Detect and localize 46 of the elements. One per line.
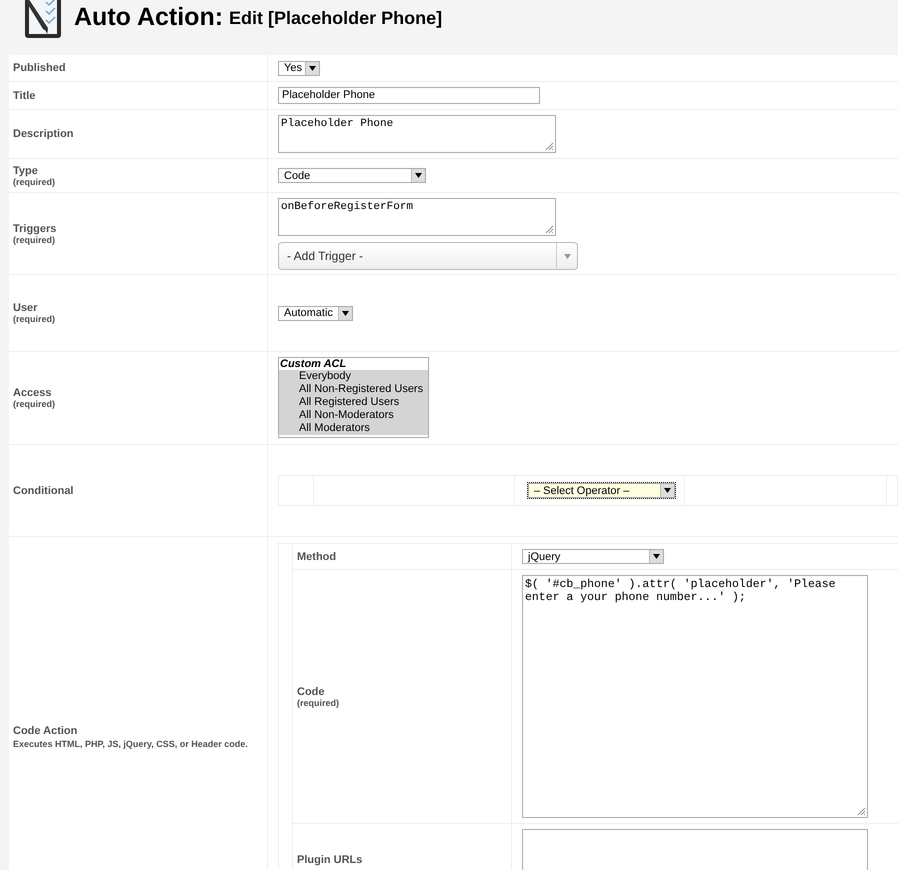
resize-handle-icon[interactable] (857, 807, 866, 816)
dropdown[interactable]: Yes (278, 60, 320, 76)
resize-handle-icon[interactable] (545, 225, 554, 234)
list-option[interactable]: All Non-Registered Users (279, 383, 428, 396)
caret-icon (309, 66, 316, 70)
caret-icon (664, 488, 671, 493)
add-trigger-dropdown[interactable]: - Add Trigger - (278, 242, 578, 270)
field-label: Plugin URLs (297, 854, 364, 866)
field-label: Code Action (13, 724, 78, 736)
dropdown[interactable]: jQuery (522, 549, 664, 564)
field-label: Code (297, 686, 326, 698)
caret-icon (342, 310, 349, 316)
text-area[interactable]: Placeholder Phone (278, 115, 556, 153)
field-label: Conditional (13, 484, 74, 496)
resize-handle-icon[interactable] (545, 142, 554, 151)
required-note: (required) (297, 698, 340, 708)
list-option[interactable]: Everybody (279, 370, 428, 383)
dropdown[interactable]: Automatic (278, 306, 353, 320)
caret-icon (653, 554, 660, 559)
required-note: (required) (13, 234, 56, 244)
list-option[interactable]: All Registered Users (279, 396, 428, 409)
list-option[interactable]: All Moderators (279, 422, 428, 435)
field-label: User (13, 302, 38, 314)
field-label: Access (13, 387, 53, 399)
code-text-area[interactable]: $( '#cb_phone' ).attr( 'placeholder', 'Please enter a your phone number...' ); (522, 575, 868, 818)
text-area[interactable]: onBeforeRegisterForm (278, 198, 556, 236)
required-note: (required) (13, 176, 56, 186)
field-label: Title (13, 90, 36, 102)
required-note: (required) (13, 399, 56, 409)
field-label: Method (297, 550, 338, 562)
option-group-label: Custom ACL (279, 358, 348, 370)
field-label: Published (13, 62, 67, 74)
required-note: (required) (13, 314, 56, 324)
caret-icon (564, 254, 570, 258)
dropdown[interactable]: Code (278, 168, 426, 183)
field-label: Triggers (13, 222, 58, 234)
caret-icon (415, 173, 422, 178)
page-title: Auto Action: (74, 3, 224, 32)
field-description: Executes HTML, PHP, JS, jQuery, CSS, or Header code. (13, 738, 249, 748)
title-input[interactable]: Placeholder Phone (278, 87, 540, 104)
page-subtitle: Edit [Placeholder Phone] (229, 8, 442, 29)
dropdown[interactable]: – Select Operator – (528, 483, 675, 498)
field-label: Type (13, 164, 39, 176)
field-label: Description (13, 128, 75, 140)
list-option[interactable]: All Non-Moderators (279, 409, 428, 422)
access-listbox[interactable]: Custom ACL Everybody All Non-Registered Users All Registered Users All Non-Moderators All Moderators (278, 357, 429, 438)
